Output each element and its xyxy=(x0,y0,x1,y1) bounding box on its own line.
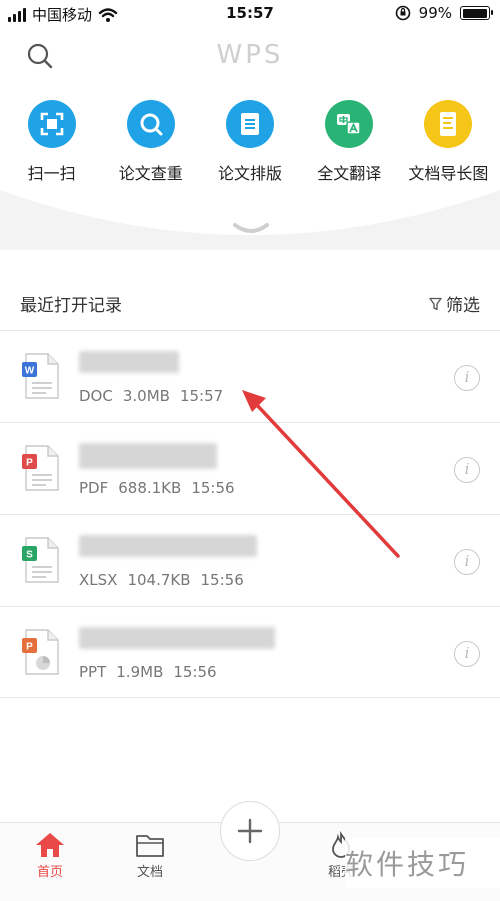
tool-paper-layout[interactable]: 论文排版 xyxy=(200,100,299,184)
file-name-blurred xyxy=(79,627,275,649)
tool-translate[interactable]: 全文翻译 xyxy=(300,100,399,184)
plus-icon xyxy=(237,818,263,844)
file-time: 15:57 xyxy=(179,387,224,405)
translate-icon xyxy=(325,100,374,148)
file-badge-letter: S xyxy=(26,550,33,561)
filter-icon xyxy=(429,297,442,310)
paper-check-icon xyxy=(126,100,175,148)
file-badge-letter: P xyxy=(26,642,33,653)
status-right: 99% xyxy=(395,4,493,22)
tool-label: 论文查重 xyxy=(118,164,183,183)
file-size: 3.0MB xyxy=(122,387,170,405)
filter-label: 筛选 xyxy=(446,296,480,316)
file-row-xlsx[interactable]: S XLSX 104.7KB 15:56 i xyxy=(0,514,500,606)
file-time: 15:56 xyxy=(191,479,235,497)
file-size: 1.9MB xyxy=(116,663,164,681)
tool-bar: 扫一扫 论文查重 论文排版 全文翻译 文档导长图 xyxy=(0,100,500,184)
file-name-blurred xyxy=(79,535,257,557)
info-icon[interactable]: i xyxy=(454,457,480,483)
recent-title: 最近打开记录 xyxy=(20,296,122,316)
file-type: PPT xyxy=(79,663,107,681)
filter-button[interactable]: 筛选 xyxy=(429,291,480,316)
long-image-icon xyxy=(424,100,473,148)
info-icon[interactable]: i xyxy=(454,549,480,575)
nav-docs[interactable]: 文档 xyxy=(115,831,185,880)
file-time: 15:56 xyxy=(173,663,217,681)
file-meta: PPT 1.9MB 15:56 xyxy=(79,663,227,681)
tool-long-image[interactable]: 文档导长图 xyxy=(399,100,498,184)
file-row-ppt[interactable]: P PPT 1.9MB 15:56 i xyxy=(0,606,500,698)
file-row-pdf[interactable]: P PDF 688.1KB 15:56 i xyxy=(0,422,500,514)
recent-file-list: W DOC 3.0MB 15:57 i P PDF 688.1KB 15:56 i xyxy=(0,330,500,698)
tool-label: 文档导长图 xyxy=(408,164,489,183)
battery-percent: 99% xyxy=(418,4,452,22)
file-badge-letter: P xyxy=(26,458,33,469)
orientation-lock-icon xyxy=(395,5,410,21)
pdf-file-icon: P xyxy=(22,445,59,491)
word-file-icon: W xyxy=(22,353,59,399)
paper-layout-icon xyxy=(226,100,274,148)
file-size: 688.1KB xyxy=(118,479,182,497)
file-size: 104.7KB xyxy=(127,571,191,589)
file-type: DOC xyxy=(79,387,113,405)
file-name-blurred xyxy=(79,443,217,469)
tool-label: 论文排版 xyxy=(218,164,283,183)
wps-logo: WPS xyxy=(216,40,284,70)
watermark-text: 软件技巧 xyxy=(345,848,470,881)
nav-home[interactable]: 首页 xyxy=(15,831,85,880)
file-meta: XLSX 104.7KB 15:56 xyxy=(79,571,254,589)
info-icon[interactable]: i xyxy=(454,365,480,391)
file-time: 15:56 xyxy=(200,571,244,589)
wave-divider xyxy=(0,190,500,250)
chevron-down-icon[interactable] xyxy=(232,222,270,236)
status-bar: 中国移动 15:57 99% xyxy=(0,0,500,28)
tool-paper-check[interactable]: 论文查重 xyxy=(101,100,200,184)
file-badge-letter: W xyxy=(25,366,35,377)
battery-icon xyxy=(460,6,493,20)
watermark: 软件技巧 xyxy=(345,838,500,888)
add-button[interactable] xyxy=(220,801,280,861)
excel-file-icon: S xyxy=(22,537,59,583)
battery-fill xyxy=(462,8,488,18)
nav-docs-label: 文档 xyxy=(136,865,163,880)
file-meta: DOC 3.0MB 15:57 xyxy=(79,387,233,405)
folder-icon xyxy=(136,835,164,857)
tool-label: 扫一扫 xyxy=(27,164,76,183)
file-row-doc[interactable]: W DOC 3.0MB 15:57 i xyxy=(0,330,500,422)
file-name-blurred xyxy=(79,351,179,373)
file-type: PDF xyxy=(79,479,109,497)
nav-home-label: 首页 xyxy=(36,865,63,880)
info-icon[interactable]: i xyxy=(454,641,480,667)
tool-scan[interactable]: 扫一扫 xyxy=(2,100,101,184)
scan-icon xyxy=(27,100,76,148)
ppt-file-icon: P xyxy=(22,629,59,675)
tool-label: 全文翻译 xyxy=(317,164,382,183)
home-icon xyxy=(36,833,64,857)
file-type: XLSX xyxy=(79,571,118,589)
file-meta: PDF 688.1KB 15:56 xyxy=(79,479,245,497)
